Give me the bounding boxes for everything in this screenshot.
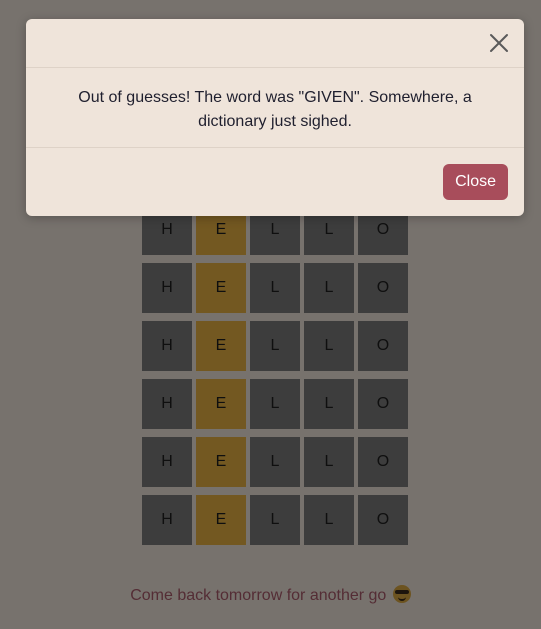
game-over-dialog: Out of guesses! The word was "GIVEN". So… — [26, 19, 524, 216]
dialog-footer: Close — [26, 148, 524, 216]
game-page: H E L L O H E L L O H E L L O H E L L O — [0, 0, 541, 629]
close-button[interactable]: Close — [443, 164, 508, 200]
dialog-header — [26, 19, 524, 68]
dialog-message: Out of guesses! The word was "GIVEN". So… — [26, 68, 524, 148]
close-icon[interactable] — [488, 32, 510, 54]
